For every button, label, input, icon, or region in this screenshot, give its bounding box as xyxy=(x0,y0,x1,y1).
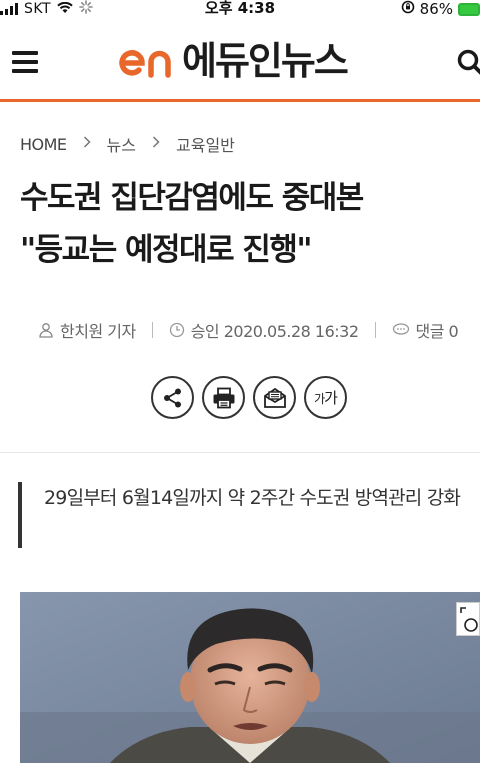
print-icon xyxy=(213,387,234,408)
article-meta: 한치원 기자 승인 2020.05.28 16:32 댓글 0 xyxy=(38,318,478,342)
font-size-button[interactable]: 가가 xyxy=(304,376,347,419)
logo-text: 에듀인뉴스 xyxy=(182,39,349,83)
article-actions: 가가 xyxy=(151,376,347,419)
font-size-icon: 가가 xyxy=(314,387,338,408)
print-button[interactable] xyxy=(202,376,245,419)
battery-percent: 86% xyxy=(419,0,453,18)
font-size-small-label: 가 xyxy=(314,392,325,406)
email-icon xyxy=(263,387,286,408)
article-title-line1: 수도권 집단감염에도 중대본 xyxy=(20,180,364,216)
orientation-lock-icon xyxy=(401,0,415,18)
comment-icon xyxy=(392,323,410,337)
expand-icon xyxy=(460,607,478,632)
status-right: 86% xyxy=(401,0,480,18)
article-title: 수도권 집단감염에도 중대본 "등교는 예정대로 진행" xyxy=(20,172,470,276)
section-divider xyxy=(0,452,480,453)
breadcrumb-home[interactable]: HOME xyxy=(20,135,67,154)
comment-count[interactable]: 댓글 0 xyxy=(416,318,459,342)
expand-photo-button[interactable] xyxy=(456,602,480,636)
clock-icon xyxy=(169,322,185,338)
search-icon[interactable] xyxy=(456,48,480,78)
email-button[interactable] xyxy=(253,376,296,419)
site-logo[interactable]: 에듀인뉴스 xyxy=(118,36,349,86)
font-size-large-label: 가 xyxy=(324,389,338,407)
share-icon xyxy=(163,388,181,407)
logo-mark xyxy=(119,50,171,78)
approved-date: 승인 2020.05.28 16:32 xyxy=(190,322,359,341)
article-subtitle: 29일부터 6월14일까지 약 2주간 수도권 방역관리 강화 xyxy=(18,482,480,548)
article-title-line2: "등교는 예정대로 진행" xyxy=(20,232,313,268)
battery-icon xyxy=(458,2,480,16)
chevron-right-icon xyxy=(152,136,160,152)
meta-divider xyxy=(151,322,153,338)
status-bar: SKT 오후 4:38 86% xyxy=(0,0,480,22)
breadcrumb: HOME 뉴스 교육일반 xyxy=(20,132,235,156)
article-photo[interactable] xyxy=(20,592,480,763)
breadcrumb-news[interactable]: 뉴스 xyxy=(107,132,136,156)
chevron-right-icon xyxy=(83,136,91,152)
user-icon xyxy=(38,322,54,338)
meta-divider xyxy=(374,322,376,338)
reporter-name: 한치원 기자 xyxy=(60,322,136,341)
site-header: 에듀인뉴스 xyxy=(0,24,480,102)
breadcrumb-category[interactable]: 교육일반 xyxy=(176,132,235,156)
article-photo-image xyxy=(20,592,480,763)
menu-icon[interactable] xyxy=(12,51,38,73)
share-button[interactable] xyxy=(151,376,194,419)
